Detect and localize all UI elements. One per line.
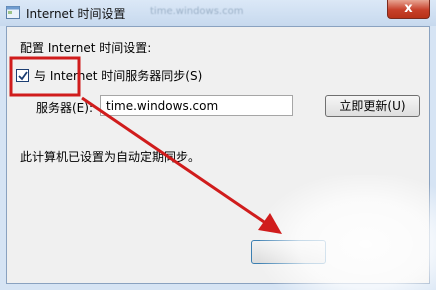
ok-button[interactable] [251, 240, 326, 264]
title-bar: time.windows.com Internet 时间设置 x [0, 0, 436, 26]
dialog-body: 配置 Internet 时间设置: 与 Internet 时间服务器同步(S) … [6, 26, 430, 284]
status-text: 此计算机已设置为自动定期同步。 [20, 150, 201, 164]
close-button[interactable]: x [387, 0, 430, 19]
window-icon [6, 6, 20, 19]
server-select-value: time.windows.com [106, 99, 219, 113]
server-label: 服务器(E): [36, 101, 93, 115]
background-window-title: time.windows.com [150, 6, 244, 17]
sync-option[interactable]: 与 Internet 时间服务器同步(S) [16, 67, 202, 84]
sync-checkbox[interactable] [16, 69, 29, 82]
checkmark-icon [18, 71, 28, 81]
sync-checkbox-label: 与 Internet 时间服务器同步(S) [34, 69, 203, 83]
server-select[interactable]: time.windows.com [100, 95, 293, 116]
window-title: Internet 时间设置 [26, 7, 126, 21]
update-now-button[interactable]: 立即更新(U) [325, 95, 420, 117]
dialog-heading: 配置 Internet 时间设置: [20, 41, 152, 55]
